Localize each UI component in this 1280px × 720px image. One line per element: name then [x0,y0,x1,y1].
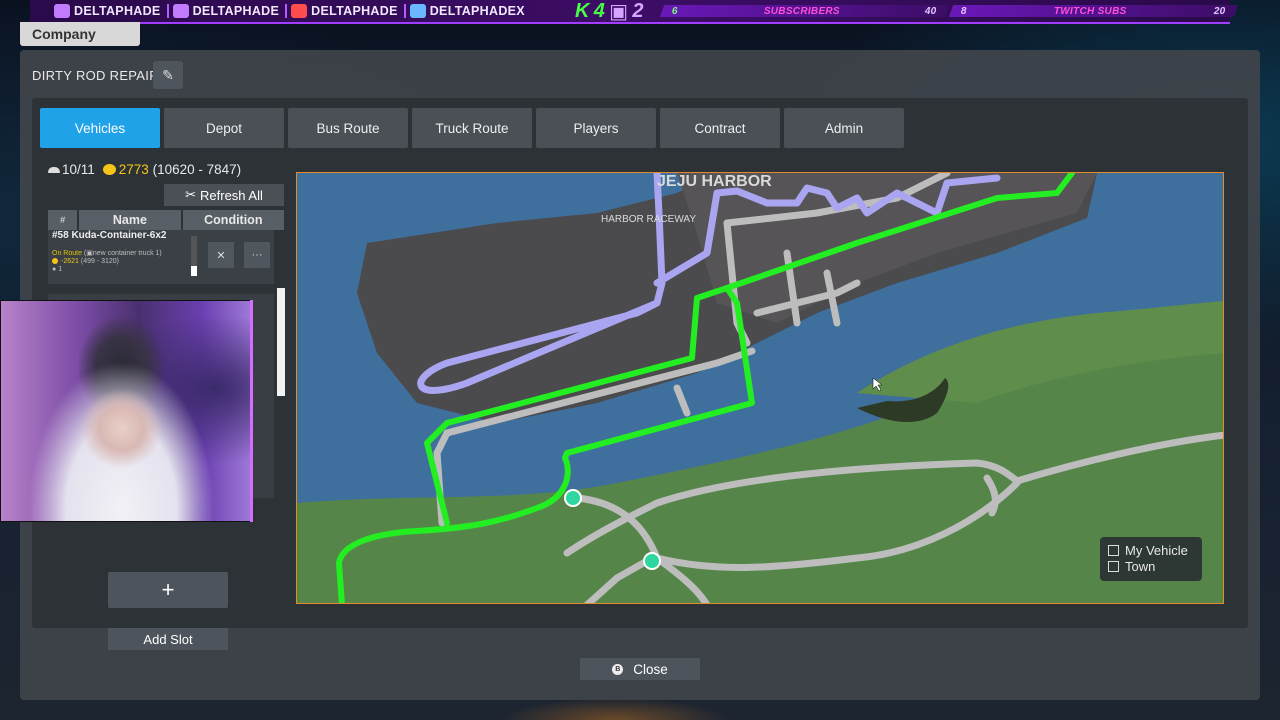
wrench-icon: ✕ [216,249,226,262]
legend-town[interactable]: Town [1108,558,1194,574]
column-name[interactable]: Name [79,210,181,230]
vehicle-list-header: # Name Condition [48,210,286,230]
company-money: 2773 (10620 - 7847) [102,162,241,177]
social-twitter: DELTAPHADEX [409,4,531,18]
tab-contract[interactable]: Contract [660,108,780,148]
social-youtube: DELTAPHADE [291,4,406,18]
tab-players[interactable]: Players [536,108,656,148]
tab-bar: Vehicles Depot Bus Route Truck Route Pla… [40,108,904,148]
kick-count: 4 [593,0,606,22]
instagram-icon [172,4,189,18]
add-vehicle-button[interactable]: + [108,572,228,608]
twitch-subs-goal: 8 TWITCH SUBS 20 [948,5,1238,17]
tab-vehicles[interactable]: Vehicles [40,108,160,148]
vehicle-count: 10/11 [48,162,95,177]
game-decoration [500,698,730,720]
webcam-border [250,300,253,522]
chart-edit-icon: ✎ [162,66,174,83]
condition-bar [191,236,197,276]
social-instagram: DELTAPHADE [172,4,288,18]
column-condition[interactable]: Condition [182,210,284,230]
add-slot-button[interactable]: Add Slot [108,628,228,650]
close-button[interactable]: B Close [580,658,700,680]
coin-icon [52,258,58,264]
vehicle-status: On Route (▣new container truck 1) -2621 … [52,250,162,273]
tab-truck-route[interactable]: Truck Route [412,108,532,148]
checkbox-my-vehicle[interactable] [1108,544,1119,556]
kick-icon: K [574,0,590,22]
map-legend: My Vehicle Town [1100,537,1202,581]
route-map[interactable]: JEJU HARBOR HARBOR RACEWAY My Vehicle To… [296,172,1224,604]
social-twitch: DELTAPHADE [54,4,169,18]
more-options-button[interactable]: ··· [244,242,270,268]
youtube-icon [291,4,308,18]
tab-bus-route[interactable]: Bus Route [288,108,408,148]
twitch-count: 2 [632,0,644,22]
repair-button[interactable]: ✕ [208,242,234,268]
company-tab[interactable]: Company [20,22,140,46]
twitter-icon [409,4,426,18]
ellipsis-icon: ··· [251,249,263,261]
legend-my-vehicle[interactable]: My Vehicle [1108,542,1194,558]
refresh-all-button[interactable]: ✂ Refresh All [164,184,284,206]
b-button-icon: B [612,663,624,675]
checkbox-town[interactable] [1108,560,1119,572]
car-icon [48,167,60,173]
vehicle-row[interactable]: #58 Kuda-Container-6x2 On Route (▣new co… [48,230,274,284]
twitch-icon [54,4,70,18]
stream-overlay-bar: DELTAPHADE DELTAPHADE DELTAPHADE DELTAPH… [30,0,1238,24]
map-canvas [297,173,1223,603]
twitch-badge-icon: ▣ [609,0,629,23]
tab-depot[interactable]: Depot [164,108,284,148]
column-number[interactable]: # [48,210,78,230]
map-place-label: JEJU HARBOR [657,173,772,190]
wrench-icon: ✂ [185,187,197,202]
map-area-label: HARBOR RACEWAY [601,214,697,225]
bus-stop-marker[interactable] [643,552,661,570]
vehicle-title: #58 Kuda-Container-6x2 [52,230,167,241]
cargo-icon: ▣ [86,250,93,257]
company-name: DIRTY ROD REPAIR [32,68,159,83]
passenger-icon: ● [52,266,57,273]
bus-stop-marker[interactable] [564,489,582,507]
edit-company-button[interactable]: ✎ [153,61,183,89]
subscribers-goal: 6 SUBSCRIBERS 40 [659,5,949,17]
coin-icon [102,164,116,175]
tab-admin[interactable]: Admin [784,108,904,148]
webcam-overlay [0,300,253,522]
vehicle-list-scrollbar[interactable] [277,288,285,396]
vehicle-summary: 10/11 2773 (10620 - 7847) [48,162,241,177]
